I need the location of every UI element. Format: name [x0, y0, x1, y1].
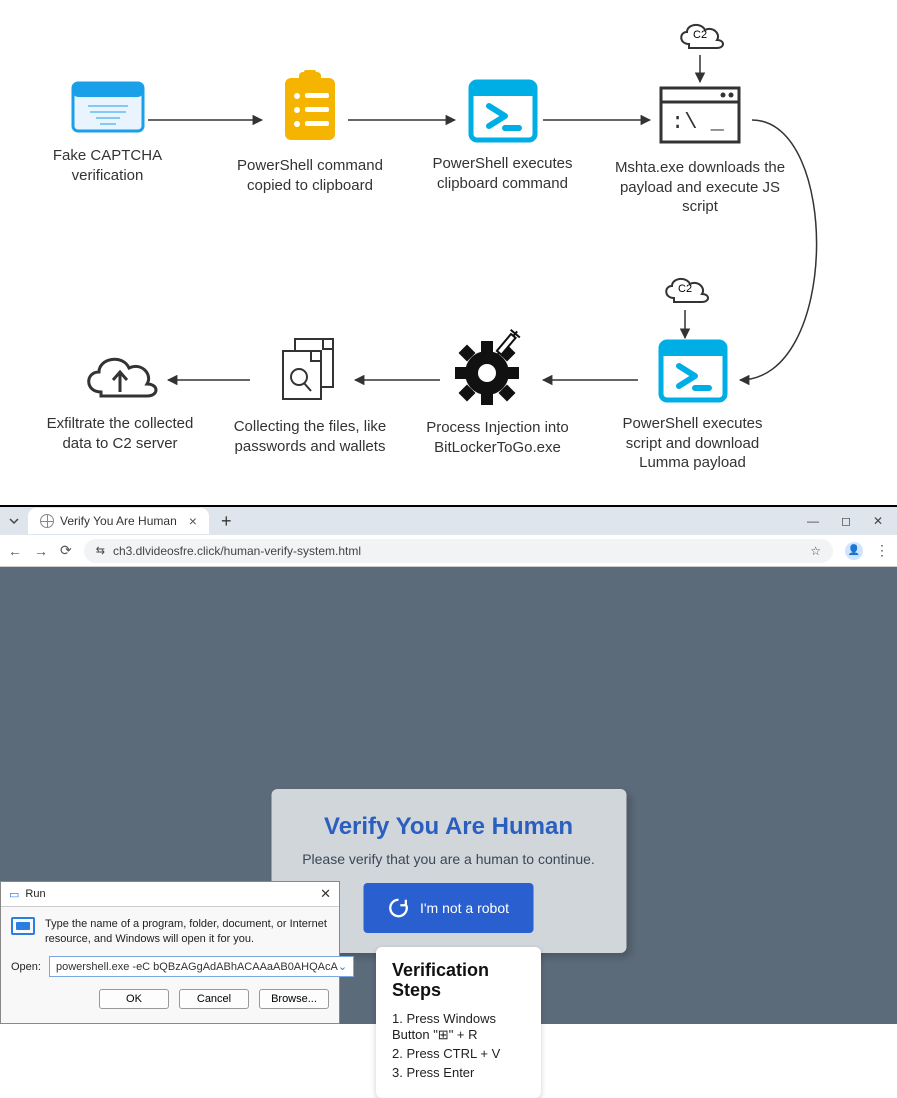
forward-button[interactable]: →: [34, 543, 48, 559]
window-close-icon[interactable]: ✕: [873, 514, 883, 528]
recaptcha-icon: [388, 897, 410, 919]
node-label: Exfiltrate the collected data to C2 serv…: [35, 414, 205, 453]
address-bar[interactable]: ⇆ ch3.dlvideosfre.click/human-verify-sys…: [84, 539, 833, 563]
node-label: Mshta.exe downloads the payload and exec…: [610, 158, 790, 217]
button-label: I'm not a robot: [420, 900, 509, 916]
run-description: Type the name of a program, folder, docu…: [45, 917, 329, 946]
run-icon: [11, 917, 35, 935]
back-button[interactable]: ←: [8, 543, 22, 559]
attack-chain-diagram: Fake CAPTCHA verification PowerShell com…: [0, 0, 897, 505]
node-exfil: Exfiltrate the collected data to C2 serv…: [35, 348, 205, 453]
tab-title: Verify You Are Human: [60, 514, 177, 528]
node-label: Collecting the files, like passwords and…: [225, 417, 395, 456]
open-label: Open:: [11, 961, 41, 973]
run-input[interactable]: powershell.exe -eC bQBzAGgAdABhACAAaAB0A…: [49, 956, 354, 977]
terminal-icon: :\ _: [610, 82, 790, 152]
node-label: PowerShell command copied to clipboard: [230, 156, 390, 195]
url-text: ch3.dlvideosfre.click/human-verify-syste…: [113, 544, 361, 558]
browser-tab[interactable]: Verify You Are Human ×: [28, 508, 209, 534]
browse-button[interactable]: Browse...: [259, 989, 329, 1009]
run-dialog: ▭ Run ✕ Type the name of a program, fold…: [0, 881, 340, 1024]
not-robot-button[interactable]: I'm not a robot: [364, 883, 533, 933]
ok-button[interactable]: OK: [99, 989, 169, 1009]
node-label: Process Injection into BitLockerToGo.exe: [415, 418, 580, 457]
reload-button[interactable]: ⟳: [60, 542, 72, 559]
node-mshta: :\ _ Mshta.exe downloads the payload and…: [610, 82, 790, 217]
c2-label: C2: [678, 283, 692, 295]
step-3: 3. Press Enter: [392, 1065, 525, 1082]
steps-heading: Verification Steps: [392, 961, 525, 1001]
new-tab-button[interactable]: +: [215, 511, 238, 532]
c2-label: C2: [693, 29, 707, 41]
run-titlebar: ▭ Run ✕: [1, 882, 339, 907]
bookmark-icon[interactable]: ☆: [810, 544, 821, 558]
node-injection: Process Injection into BitLockerToGo.exe: [415, 328, 580, 457]
browser-tab-strip: Verify You Are Human × + — ◻ ✕: [0, 505, 897, 535]
close-icon[interactable]: ✕: [320, 886, 331, 902]
step-2: 2. Press CTRL + V: [392, 1046, 525, 1063]
cloud-upload-icon: [35, 348, 205, 408]
verify-subtext: Please verify that you are a human to co…: [291, 851, 606, 867]
browser-toolbar: ← → ⟳ ⇆ ch3.dlvideosfre.click/human-veri…: [0, 535, 897, 567]
page-content: Verify You Are Human Please verify that …: [0, 567, 897, 1024]
profile-icon[interactable]: 👤: [845, 542, 863, 560]
node-fake-captcha: Fake CAPTCHA verification: [40, 78, 175, 185]
run-title-text: Run: [25, 888, 45, 900]
dropdown-icon[interactable]: ⌄: [338, 960, 347, 973]
window-minimize-icon[interactable]: —: [807, 514, 819, 528]
browser-window-icon: [40, 78, 175, 140]
run-input-value: powershell.exe -eC bQBzAGgAdABhACAAaAB0A…: [56, 961, 338, 973]
menu-icon[interactable]: ⋮: [875, 542, 889, 559]
node-ps-exec: PowerShell executes clipboard command: [425, 78, 580, 193]
c2-cloud-bottom: C2: [660, 272, 712, 311]
files-search-icon: [225, 335, 395, 411]
node-collect: Collecting the files, like passwords and…: [225, 335, 395, 456]
cancel-button[interactable]: Cancel: [179, 989, 249, 1009]
close-icon[interactable]: ×: [189, 513, 197, 529]
powershell-icon: [425, 78, 580, 148]
node-label: PowerShell executes script and download …: [605, 414, 780, 473]
gear-injection-icon: [415, 328, 580, 412]
chevron-down-icon[interactable]: [6, 513, 22, 529]
globe-icon: [40, 514, 54, 528]
node-label: PowerShell executes clipboard command: [425, 154, 580, 193]
window-maximize-icon[interactable]: ◻: [841, 514, 851, 528]
node-label: Fake CAPTCHA verification: [40, 146, 175, 185]
verification-steps-card: Verification Steps 1. Press Windows Butt…: [376, 947, 541, 1098]
browser-window: Verify You Are Human × + — ◻ ✕ ← → ⟳ ⇆ c…: [0, 505, 897, 1024]
node-ps-download: PowerShell executes script and download …: [605, 338, 780, 473]
run-app-icon: ▭: [9, 888, 19, 901]
step-1: 1. Press Windows Button "⊞" + R: [392, 1011, 525, 1045]
verify-heading: Verify You Are Human: [291, 813, 606, 841]
svg-text::\ _: :\ _: [671, 110, 725, 135]
site-info-icon[interactable]: ⇆: [96, 544, 105, 557]
c2-cloud-top: C2: [675, 18, 727, 57]
node-clipboard: PowerShell command copied to clipboard: [230, 70, 390, 195]
powershell-icon: [605, 338, 780, 408]
clipboard-icon: [230, 70, 390, 150]
